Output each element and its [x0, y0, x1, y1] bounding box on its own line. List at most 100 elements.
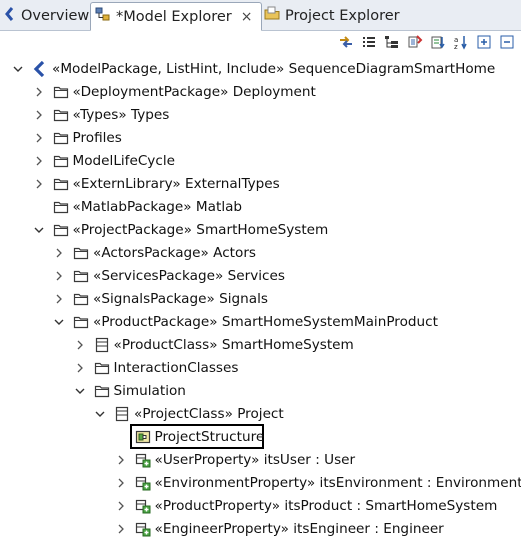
- link-with-editor-icon[interactable]: [336, 32, 356, 52]
- tree-item[interactable]: ModelLifeCycle: [0, 149, 521, 172]
- view-menu-icon[interactable]: [428, 32, 448, 52]
- project-explorer-icon: [264, 6, 280, 25]
- chevron-right-icon[interactable]: [53, 293, 65, 305]
- chevron-right-icon[interactable]: [74, 362, 86, 374]
- tree-item[interactable]: «UserProperty» itsUser : User: [0, 448, 521, 471]
- model-icon: [32, 60, 48, 78]
- tree-item-label: «ProjectClass» Project: [134, 406, 284, 422]
- class-icon: [94, 337, 110, 353]
- chevron-right-icon[interactable]: [33, 132, 45, 144]
- tree-item[interactable]: «ServicesPackage» Services: [0, 264, 521, 287]
- chevron-right-icon[interactable]: [115, 454, 127, 466]
- property-icon: [135, 452, 151, 468]
- chevron-right-icon[interactable]: [115, 500, 127, 512]
- chevron-right-icon[interactable]: [33, 109, 45, 121]
- tree-item[interactable]: «ProductProperty» itsProduct : SmartHome…: [0, 494, 521, 517]
- tab-overview[interactable]: Overview: [4, 2, 90, 29]
- chevron-right-icon[interactable]: [33, 178, 45, 190]
- close-tab-icon[interactable]: ×: [241, 9, 253, 25]
- chevron-down-icon[interactable]: [94, 408, 106, 420]
- tree-item-label: «ProductClass» SmartHomeSystem: [113, 337, 354, 353]
- chevron-right-icon[interactable]: [33, 86, 45, 98]
- chevron-right-icon[interactable]: [53, 270, 65, 282]
- tree-item-label: «UserProperty» itsUser : User: [154, 452, 356, 468]
- overview-icon: [4, 6, 16, 25]
- tree-item[interactable]: «ProductClass» SmartHomeSystem: [0, 333, 521, 356]
- tree-item-label: «ProductProperty» itsProduct : SmartHome…: [154, 498, 498, 514]
- tree-item[interactable]: «Types» Types: [0, 103, 521, 126]
- folder-icon: [94, 383, 110, 399]
- collapse-all-icon[interactable]: [497, 32, 517, 52]
- chevron-right-icon[interactable]: [115, 477, 127, 489]
- chevron-down-icon[interactable]: [12, 63, 24, 75]
- folder-icon: [53, 130, 69, 146]
- property-icon: [135, 475, 151, 491]
- tree-item[interactable]: «MatlabPackage» Matlab: [0, 195, 521, 218]
- tree-item[interactable]: «ActorsPackage» Actors: [0, 241, 521, 264]
- tree-item-label: «DeploymentPackage» Deployment: [72, 84, 316, 100]
- tree-item-label: InteractionClasses: [113, 360, 239, 376]
- tree-item-label: «SignalsPackage» Signals: [93, 291, 268, 307]
- folder-icon: [73, 268, 89, 284]
- tab-model-explorer[interactable]: *Model Explorer ×: [90, 2, 262, 31]
- tree-item-label: Simulation: [113, 383, 186, 399]
- folder-icon: [53, 199, 69, 215]
- tab-project-explorer[interactable]: Project Explorer: [262, 2, 400, 29]
- tree-item-label: Profiles: [72, 130, 122, 146]
- tree-item[interactable]: Profiles: [0, 126, 521, 149]
- tree-item[interactable]: «EnvironmentProperty» itsEnvironment : E…: [0, 471, 521, 494]
- view-toolbar: az: [333, 31, 517, 53]
- tab-label: *Model Explorer: [116, 8, 232, 25]
- class-icon: [114, 406, 130, 422]
- expand-all-icon[interactable]: [474, 32, 494, 52]
- tree-item[interactable]: ProjectStructure: [0, 424, 521, 449]
- model-explorer-icon: [95, 7, 111, 26]
- chevron-down-icon[interactable]: [74, 385, 86, 397]
- tree-item-label: «ProjectPackage» SmartHomeSystem: [72, 222, 329, 238]
- folder-icon: [73, 314, 89, 330]
- chevron-right-icon[interactable]: [53, 247, 65, 259]
- folder-icon: [73, 245, 89, 261]
- folder-icon: [73, 291, 89, 307]
- tree-item-label: «Types» Types: [72, 107, 170, 123]
- tree-item-label: «MatlabPackage» Matlab: [72, 199, 243, 215]
- tree-item[interactable]: «EngineerProperty» itsEngineer : Enginee…: [0, 517, 521, 540]
- property-icon: [135, 521, 151, 537]
- folder-icon: [53, 222, 69, 238]
- structure-diagram-icon: [135, 429, 151, 445]
- tree-item-label: «EngineerProperty» itsEngineer : Enginee…: [154, 521, 444, 537]
- tree-item[interactable]: «SignalsPackage» Signals: [0, 287, 521, 310]
- folder-icon: [53, 84, 69, 100]
- tree-item[interactable]: «ProjectClass» Project: [0, 402, 521, 425]
- tree-item[interactable]: Simulation: [0, 379, 521, 402]
- property-icon: [135, 498, 151, 514]
- tree-item-label: «ModelPackage, ListHint, Include» Sequen…: [52, 61, 496, 77]
- chevron-right-icon[interactable]: [115, 523, 127, 535]
- tree-item-label: ModelLifeCycle: [72, 153, 175, 169]
- tree-item[interactable]: «ProductPackage» SmartHomeSystemMainProd…: [0, 310, 521, 333]
- tree-item-label: «ServicesPackage» Services: [93, 268, 285, 284]
- tree-item-label: «ProductPackage» SmartHomeSystemMainProd…: [93, 314, 438, 330]
- filter-icon[interactable]: [405, 32, 425, 52]
- tab-label: Project Explorer: [285, 7, 400, 24]
- chevron-down-icon[interactable]: [33, 224, 45, 236]
- svg-text:z: z: [454, 43, 458, 50]
- tree-item-label: «ActorsPackage» Actors: [93, 245, 257, 261]
- folder-icon: [53, 153, 69, 169]
- chevron-down-icon[interactable]: [53, 316, 65, 328]
- folder-icon: [94, 360, 110, 376]
- tree-item[interactable]: «ProjectPackage» SmartHomeSystem: [0, 218, 521, 241]
- tree-item[interactable]: «ExternLibrary» ExternalTypes: [0, 172, 521, 195]
- folder-icon: [53, 107, 69, 123]
- folder-icon: [53, 176, 69, 192]
- tree-item[interactable]: InteractionClasses: [0, 356, 521, 379]
- tab-label: Overview: [21, 7, 90, 24]
- tree-item-label: ProjectStructure: [154, 429, 265, 445]
- chevron-right-icon[interactable]: [33, 155, 45, 167]
- show-tree-icon[interactable]: [382, 32, 402, 52]
- tree-item[interactable]: «DeploymentPackage» Deployment: [0, 80, 521, 103]
- tree-item[interactable]: «ModelPackage, ListHint, Include» Sequen…: [0, 57, 521, 80]
- show-list-icon[interactable]: [359, 32, 379, 52]
- chevron-right-icon[interactable]: [74, 339, 86, 351]
- sort-alphabetical-icon[interactable]: az: [451, 32, 471, 52]
